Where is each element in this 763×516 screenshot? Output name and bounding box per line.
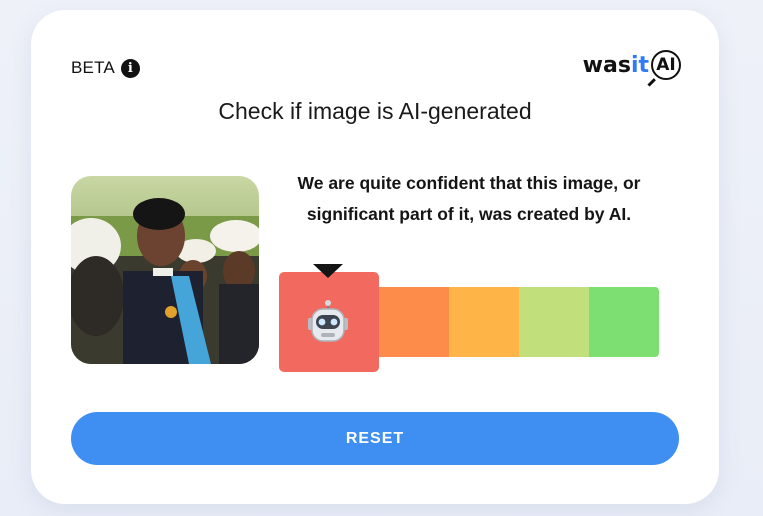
magnifier-icon: AI [651, 50, 681, 80]
wasitai-logo[interactable]: was it AI [583, 50, 681, 80]
logo-highlight: it [630, 52, 649, 78]
logo-prefix: was [582, 52, 631, 78]
photo-illustration [71, 176, 259, 364]
beta-label: BETA [71, 58, 115, 77]
info-icon[interactable]: i [120, 58, 140, 78]
page-title: Check if image is AI-generated [218, 98, 532, 124]
meter-segment-4 [519, 287, 589, 357]
result-line-2: significant part of it, was created by A… [306, 204, 632, 224]
meter-segment-5 [589, 287, 659, 357]
logo-badge: AI [656, 55, 676, 75]
robot-icon [305, 300, 351, 351]
beta-label-group: BETA i [71, 58, 140, 78]
result-line-1: We are quite confident that this image, … [297, 173, 641, 193]
detector-card: BETA i was it AI Check if image is AI-gen… [31, 10, 719, 504]
meter-segment-3 [449, 287, 519, 357]
meter-segment-2 [379, 287, 449, 357]
meter-pointer-icon [313, 264, 343, 278]
uploaded-image [71, 176, 259, 364]
reset-button[interactable]: RESET [71, 412, 679, 465]
confidence-meter [279, 264, 659, 372]
result-message: We are quite confident that this image, … [271, 168, 667, 230]
meter-segment-1-selected [279, 272, 379, 372]
